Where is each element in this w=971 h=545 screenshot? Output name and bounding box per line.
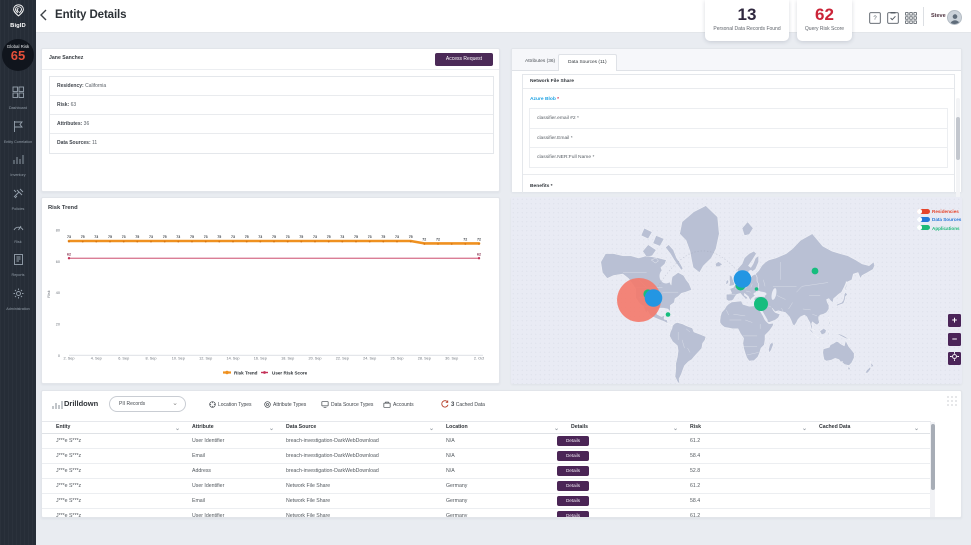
svg-text:75: 75 <box>245 235 249 239</box>
svg-text:73: 73 <box>313 235 317 239</box>
svg-text:Risk: Risk <box>47 290 51 297</box>
svg-text:24. Sep: 24. Sep <box>363 357 376 361</box>
svg-text:14. Sep: 14. Sep <box>226 357 239 361</box>
svg-text:75: 75 <box>327 235 331 239</box>
svg-text:73: 73 <box>231 235 235 239</box>
svg-text:Risk Trend: Risk Trend <box>48 205 78 211</box>
svg-text:6. Sep: 6. Sep <box>118 357 129 361</box>
svg-text:72: 72 <box>422 237 426 241</box>
svg-text:User Risk Score: User Risk Score <box>272 371 308 376</box>
svg-text:4. Sep: 4. Sep <box>91 357 102 361</box>
svg-text:73: 73 <box>204 235 208 239</box>
svg-text:72: 72 <box>436 237 440 241</box>
svg-text:75: 75 <box>108 235 112 239</box>
svg-text:73: 73 <box>122 235 126 239</box>
svg-text:73: 73 <box>395 235 399 239</box>
svg-text:73: 73 <box>340 235 344 239</box>
svg-text:10. Sep: 10. Sep <box>172 357 185 361</box>
svg-text:2. Oct: 2. Oct <box>474 357 485 361</box>
svg-text:80: 80 <box>56 229 60 233</box>
svg-text:72: 72 <box>463 237 467 241</box>
svg-text:75: 75 <box>135 235 139 239</box>
svg-text:73: 73 <box>176 235 180 239</box>
svg-text:?: ? <box>873 16 877 22</box>
svg-text:72: 72 <box>477 237 481 241</box>
svg-text:75: 75 <box>354 235 358 239</box>
svg-text:Risk Trend: Risk Trend <box>234 371 258 376</box>
svg-text:75: 75 <box>81 235 85 239</box>
svg-text:22. Sep: 22. Sep <box>336 357 349 361</box>
svg-text:8. Sep: 8. Sep <box>146 357 157 361</box>
svg-text:0: 0 <box>58 354 60 358</box>
svg-text:60: 60 <box>56 260 60 264</box>
svg-text:73: 73 <box>286 235 290 239</box>
svg-text:75: 75 <box>272 235 276 239</box>
svg-text:12. Sep: 12. Sep <box>199 357 212 361</box>
svg-text:28. Sep: 28. Sep <box>418 357 431 361</box>
svg-text:26. Sep: 26. Sep <box>390 357 403 361</box>
svg-text:20. Sep: 20. Sep <box>308 357 321 361</box>
svg-text:73: 73 <box>258 235 262 239</box>
svg-text:62: 62 <box>67 253 71 257</box>
svg-text:75: 75 <box>190 235 194 239</box>
svg-text:75: 75 <box>409 235 413 239</box>
svg-text:40: 40 <box>56 291 60 295</box>
svg-text:30. Sep: 30. Sep <box>445 357 458 361</box>
svg-text:16. Sep: 16. Sep <box>254 357 267 361</box>
svg-text:18. Sep: 18. Sep <box>281 357 294 361</box>
svg-text:75: 75 <box>381 235 385 239</box>
svg-text:62: 62 <box>477 253 481 257</box>
svg-text:2. Sep: 2. Sep <box>64 357 75 361</box>
svg-text:75: 75 <box>217 235 221 239</box>
svg-text:20: 20 <box>56 323 60 327</box>
svg-text:75: 75 <box>299 235 303 239</box>
svg-text:73: 73 <box>94 235 98 239</box>
svg-text:73: 73 <box>149 235 153 239</box>
svg-text:73: 73 <box>368 235 372 239</box>
svg-text:73: 73 <box>67 235 71 239</box>
svg-text:75: 75 <box>163 235 167 239</box>
